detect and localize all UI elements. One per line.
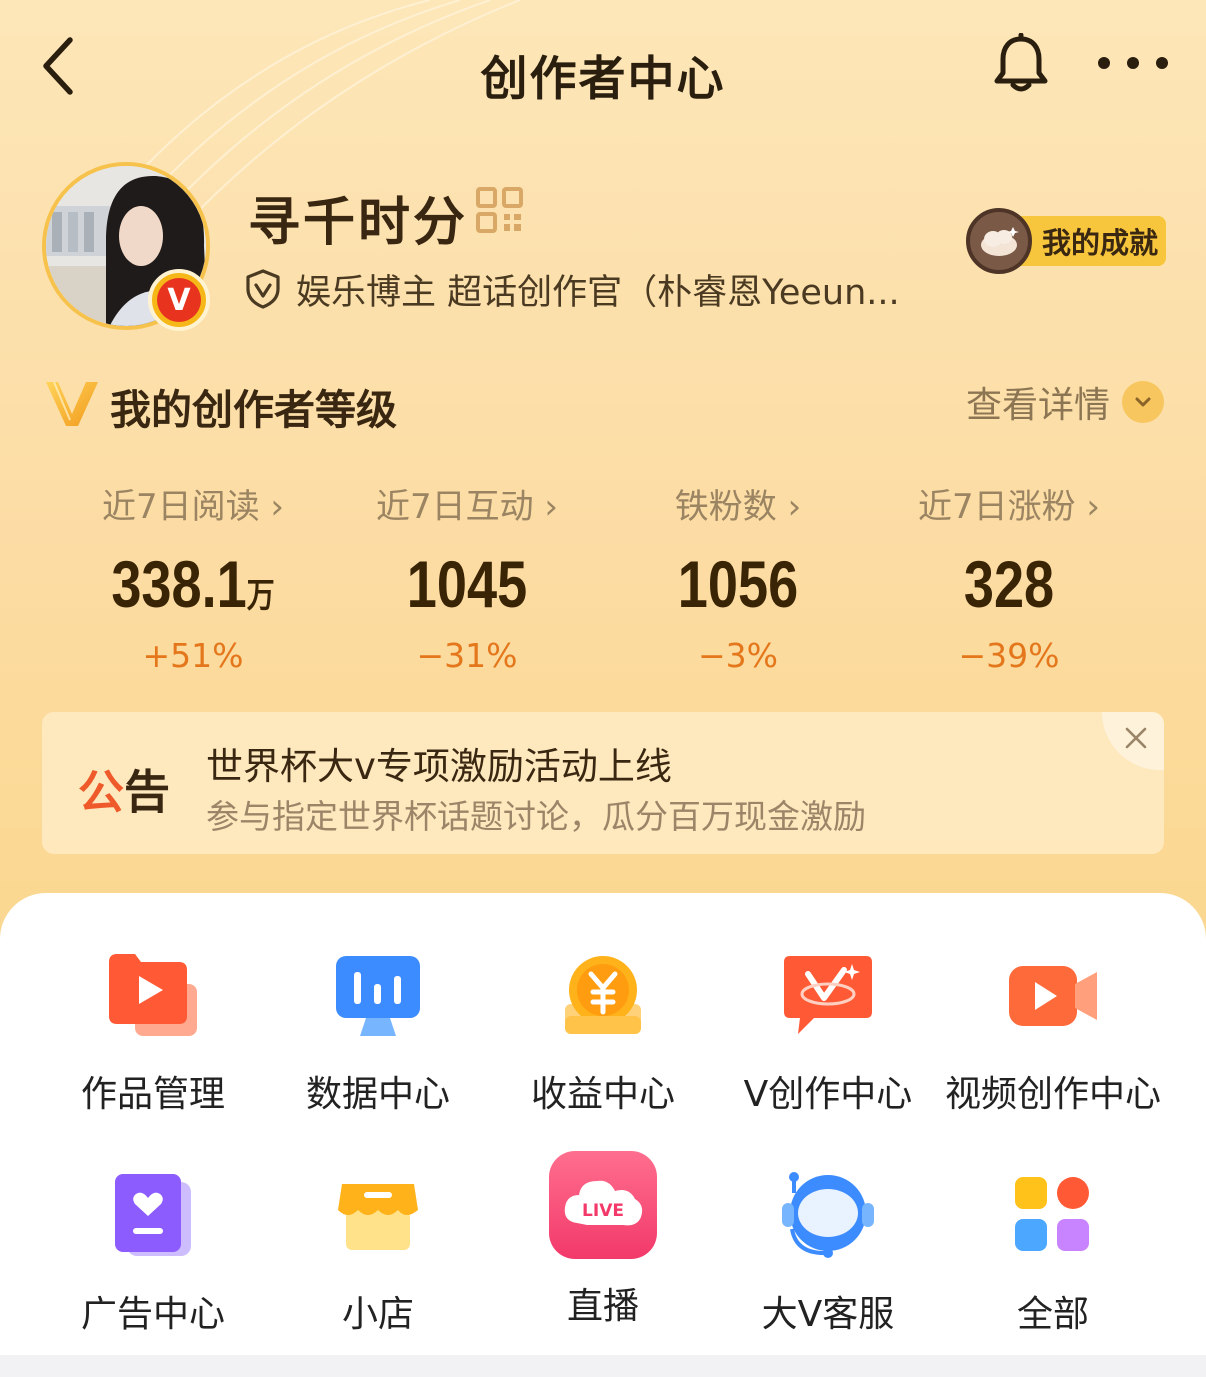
income-center-icon bbox=[547, 939, 659, 1051]
grid-label: 全部 bbox=[1016, 1294, 1089, 1335]
view-details-button[interactable]: 查看详情 bbox=[966, 376, 1164, 428]
username: 寻千时分 bbox=[248, 193, 469, 253]
grid-label: 收益中心 bbox=[530, 1074, 675, 1115]
stat-value: 328 bbox=[963, 547, 1055, 621]
works-manage-icon bbox=[97, 939, 209, 1051]
stat-change: −3% bbox=[697, 636, 778, 675]
verified-v-icon: V bbox=[157, 278, 201, 322]
stat-label: 铁粉数 › bbox=[674, 487, 802, 527]
verified-badge: V bbox=[148, 269, 210, 331]
stat-label: 近7日互动 › bbox=[375, 487, 559, 527]
tools-card: 作品管理 数据中心 收益中心 V创作中心 视频创作中心 广告中心 小店 LIVE… bbox=[0, 893, 1206, 1355]
v-creation-icon bbox=[772, 939, 884, 1051]
data-center-icon bbox=[322, 939, 434, 1051]
achievement-label: 我的成就 bbox=[1012, 216, 1167, 266]
stat-label: 近7日阅读 › bbox=[101, 487, 285, 527]
grid-label: 大V客服 bbox=[761, 1294, 895, 1335]
grid-label: 作品管理 bbox=[80, 1074, 225, 1115]
top-nav-bar: 创作者中心 bbox=[0, 0, 1206, 135]
verification-text: 娱乐博主 超话创作官（朴睿恩Yeeun... bbox=[296, 272, 900, 313]
view-details-label: 查看详情 bbox=[965, 385, 1110, 426]
grid-label: 小店 bbox=[341, 1294, 414, 1335]
stat-interactions-7d[interactable]: 近7日互动 › 1045 −31% bbox=[332, 482, 602, 678]
grid-item-works-manage[interactable]: 作品管理 bbox=[41, 939, 265, 1117]
stat-value: 1045 bbox=[406, 547, 528, 621]
shop-icon bbox=[322, 1159, 434, 1271]
ad-center-icon bbox=[97, 1159, 209, 1271]
grid-label: 广告中心 bbox=[80, 1294, 225, 1335]
grid-label: V创作中心 bbox=[743, 1074, 913, 1115]
shield-icon bbox=[246, 269, 280, 309]
close-announcement-button[interactable] bbox=[1102, 712, 1164, 770]
announcement-title: 世界杯大v专项激励活动上线 bbox=[206, 745, 672, 788]
announcement-subtitle: 参与指定世界杯话题讨论，瓜分百万现金激励 bbox=[206, 797, 866, 836]
more-options-button[interactable] bbox=[1088, 36, 1178, 90]
grid-label: 直播 bbox=[566, 1286, 639, 1327]
grid-item-all[interactable]: 全部 bbox=[941, 1159, 1165, 1337]
bell-icon bbox=[994, 33, 1048, 92]
grid-item-v-creation[interactable]: V创作中心 bbox=[716, 939, 940, 1117]
video-creation-icon bbox=[997, 939, 1109, 1051]
verification-info[interactable]: 娱乐博主 超话创作官（朴睿恩Yeeun... bbox=[244, 262, 900, 316]
stat-change: +51% bbox=[142, 636, 244, 675]
stat-unit: 万 bbox=[246, 577, 275, 615]
announcement-tag: 公告 bbox=[78, 765, 170, 819]
achievement-medal-icon bbox=[966, 208, 1032, 274]
stat-value: 1056 bbox=[677, 547, 799, 621]
grid-item-customer-service[interactable]: 大V客服 bbox=[716, 1159, 940, 1337]
all-apps-icon bbox=[997, 1159, 1109, 1271]
notification-button[interactable] bbox=[985, 28, 1057, 100]
stat-new-fans-7d[interactable]: 近7日涨粉 › 328 −39% bbox=[874, 482, 1144, 678]
my-achievement-button[interactable]: 我的成就 bbox=[966, 208, 1167, 274]
grid-item-income-center[interactable]: 收益中心 bbox=[491, 939, 715, 1117]
live-icon: LIVE bbox=[549, 1151, 657, 1259]
creator-level-title: 我的创作者等级 bbox=[110, 386, 397, 434]
grid-label: 数据中心 bbox=[305, 1074, 450, 1115]
grid-label: 视频创作中心 bbox=[944, 1074, 1161, 1115]
stat-label: 近7日涨粉 › bbox=[917, 487, 1101, 527]
stat-reads-7d[interactable]: 近7日阅读 › 338.1万 +51% bbox=[58, 482, 328, 678]
grid-item-ad-center[interactable]: 广告中心 bbox=[41, 1159, 265, 1337]
grid-item-video-creation[interactable]: 视频创作中心 bbox=[941, 939, 1165, 1117]
customer-service-icon bbox=[772, 1159, 884, 1271]
grid-item-data-center[interactable]: 数据中心 bbox=[266, 939, 490, 1117]
stat-iron-fans[interactable]: 铁粉数 › 1056 −3% bbox=[603, 482, 873, 678]
stat-change: −39% bbox=[958, 636, 1060, 675]
chevron-down-icon bbox=[1122, 381, 1164, 423]
grid-item-live[interactable]: LIVE 直播 bbox=[491, 1151, 715, 1329]
qr-code-icon bbox=[476, 187, 523, 233]
bottom-divider bbox=[0, 1355, 1206, 1377]
stat-value: 338.1万 bbox=[111, 547, 275, 621]
svg-text:LIVE: LIVE bbox=[582, 1201, 624, 1221]
creator-level-v-icon bbox=[46, 381, 98, 426]
more-dots-icon bbox=[1098, 57, 1168, 69]
grid-item-shop[interactable]: 小店 bbox=[266, 1159, 490, 1337]
announcement-banner[interactable]: 公告 世界杯大v专项激励活动上线 参与指定世界杯话题讨论，瓜分百万现金激励 bbox=[42, 712, 1164, 854]
creator-level-row: 我的创作者等级 查看详情 bbox=[44, 368, 1164, 436]
qr-code-button[interactable] bbox=[474, 186, 526, 234]
stat-change: −31% bbox=[416, 636, 518, 675]
close-icon bbox=[1125, 727, 1147, 749]
